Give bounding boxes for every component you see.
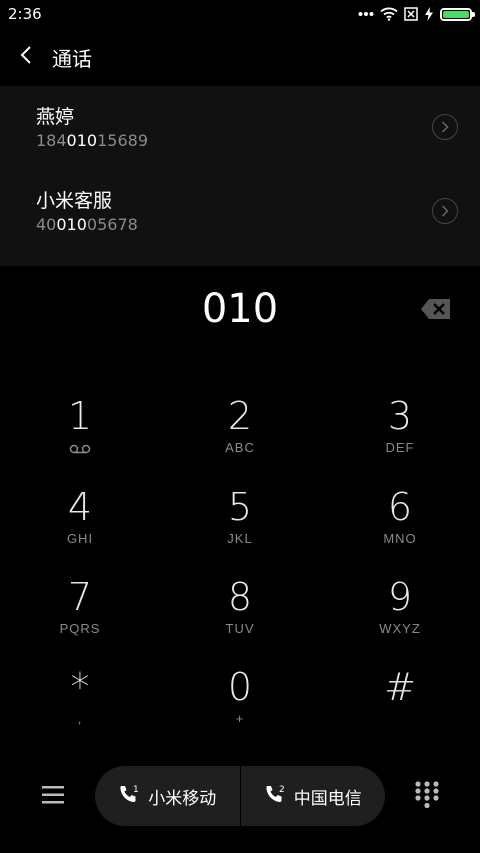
number-suffix: 05678 <box>86 215 138 234</box>
voicemail-icon <box>69 440 91 459</box>
contact-detail-button[interactable] <box>432 114 458 140</box>
key-letters: PQRS <box>59 621 101 636</box>
chevron-right-icon <box>441 118 449 137</box>
key-2[interactable]: 2 ABC <box>180 392 300 472</box>
sim-index: 1 <box>133 785 139 795</box>
key-digit: 6 <box>387 485 413 529</box>
key-hash[interactable]: # <box>340 663 460 743</box>
dial-display: 010 <box>0 280 480 340</box>
contact-detail-button[interactable] <box>432 198 458 224</box>
call-sim1-button[interactable]: 1 小米移动 <box>95 766 240 826</box>
phone-sim2-icon: 2 <box>264 784 286 809</box>
contact-number: 18401015689 <box>36 130 480 152</box>
page-title: 通话 <box>52 46 92 71</box>
battery-fill <box>443 10 469 18</box>
key-6[interactable]: 6 MNO <box>340 483 460 563</box>
key-digit: 2 <box>227 394 253 438</box>
key-letters: , <box>77 711 83 726</box>
key-digit: 3 <box>387 394 413 438</box>
dialpad-icon <box>414 781 440 814</box>
key-5[interactable]: 5 JKL <box>180 483 300 563</box>
key-digit: 8 <box>227 575 253 619</box>
sim2-label: 中国电信 <box>293 788 362 809</box>
phone-sim1-icon: 1 <box>118 784 140 809</box>
status-bar: 2:36 <box>0 0 480 28</box>
dialed-number: 010 <box>201 286 279 332</box>
key-letters: WXYZ <box>379 621 421 636</box>
sim1-label: 小米移动 <box>148 788 217 809</box>
key-letters: + <box>235 711 245 726</box>
key-8[interactable]: 8 TUV <box>180 573 300 653</box>
menu-button[interactable] <box>40 782 66 808</box>
sim-index: 2 <box>279 785 285 795</box>
key-digit: # <box>384 665 416 709</box>
number-prefix: 184 <box>36 131 67 150</box>
key-star[interactable]: * , <box>20 663 140 743</box>
header: 通话 <box>0 28 480 86</box>
backspace-button[interactable] <box>420 297 452 321</box>
contact-results-list: 燕婷 18401015689 小米客服 4001005678 <box>0 86 480 266</box>
key-4[interactable]: 4 GHI <box>20 483 140 563</box>
call-sim2-button[interactable]: 2 中国电信 <box>241 766 386 826</box>
backspace-icon <box>420 299 452 325</box>
status-icons <box>358 7 475 21</box>
key-digit: 5 <box>227 485 253 529</box>
number-suffix: 15689 <box>97 131 148 150</box>
key-9[interactable]: 9 WXYZ <box>340 573 460 653</box>
chevron-left-icon <box>20 45 32 69</box>
key-digit: 1 <box>67 394 93 438</box>
menu-icon <box>40 786 66 812</box>
contact-result-item[interactable]: 燕婷 18401015689 <box>0 86 480 170</box>
keypad-toggle-button[interactable] <box>414 780 440 810</box>
key-letters: ABC <box>225 440 255 455</box>
key-letters: TUV <box>225 621 255 636</box>
back-button[interactable] <box>0 28 52 86</box>
bottom-bar: 1 小米移动 2 中国电信 <box>0 766 480 826</box>
key-letters: GHI <box>66 531 94 546</box>
no-sim-icon <box>404 7 418 21</box>
contact-name: 小米客服 <box>36 190 113 212</box>
sim-call-buttons: 1 小米移动 2 中国电信 <box>95 766 385 826</box>
battery-icon <box>440 7 475 21</box>
contact-result-item[interactable]: 小米客服 4001005678 <box>0 170 480 254</box>
key-digit: 7 <box>67 575 93 619</box>
key-3[interactable]: 3 DEF <box>340 392 460 472</box>
wifi-icon <box>380 7 398 21</box>
more-icon <box>358 11 374 17</box>
number-prefix: 40 <box>36 215 57 234</box>
number-match: 010 <box>56 215 87 234</box>
contact-name: 燕婷 <box>36 106 75 128</box>
key-0[interactable]: 0 + <box>180 663 300 743</box>
key-letters: DEF <box>385 440 415 455</box>
key-digit: 0 <box>227 665 253 709</box>
key-digit: 4 <box>67 485 93 529</box>
key-digit: 9 <box>387 575 413 619</box>
key-digit: * <box>70 665 90 709</box>
chevron-right-icon <box>441 202 449 221</box>
number-match: 010 <box>66 131 98 150</box>
key-letters: JKL <box>227 531 253 546</box>
contact-number: 4001005678 <box>36 214 480 236</box>
key-7[interactable]: 7 PQRS <box>20 573 140 653</box>
charging-icon <box>424 7 434 21</box>
key-1[interactable]: 1 <box>20 392 140 472</box>
status-time: 2:36 <box>8 5 42 23</box>
key-letters: MNO <box>383 531 417 546</box>
